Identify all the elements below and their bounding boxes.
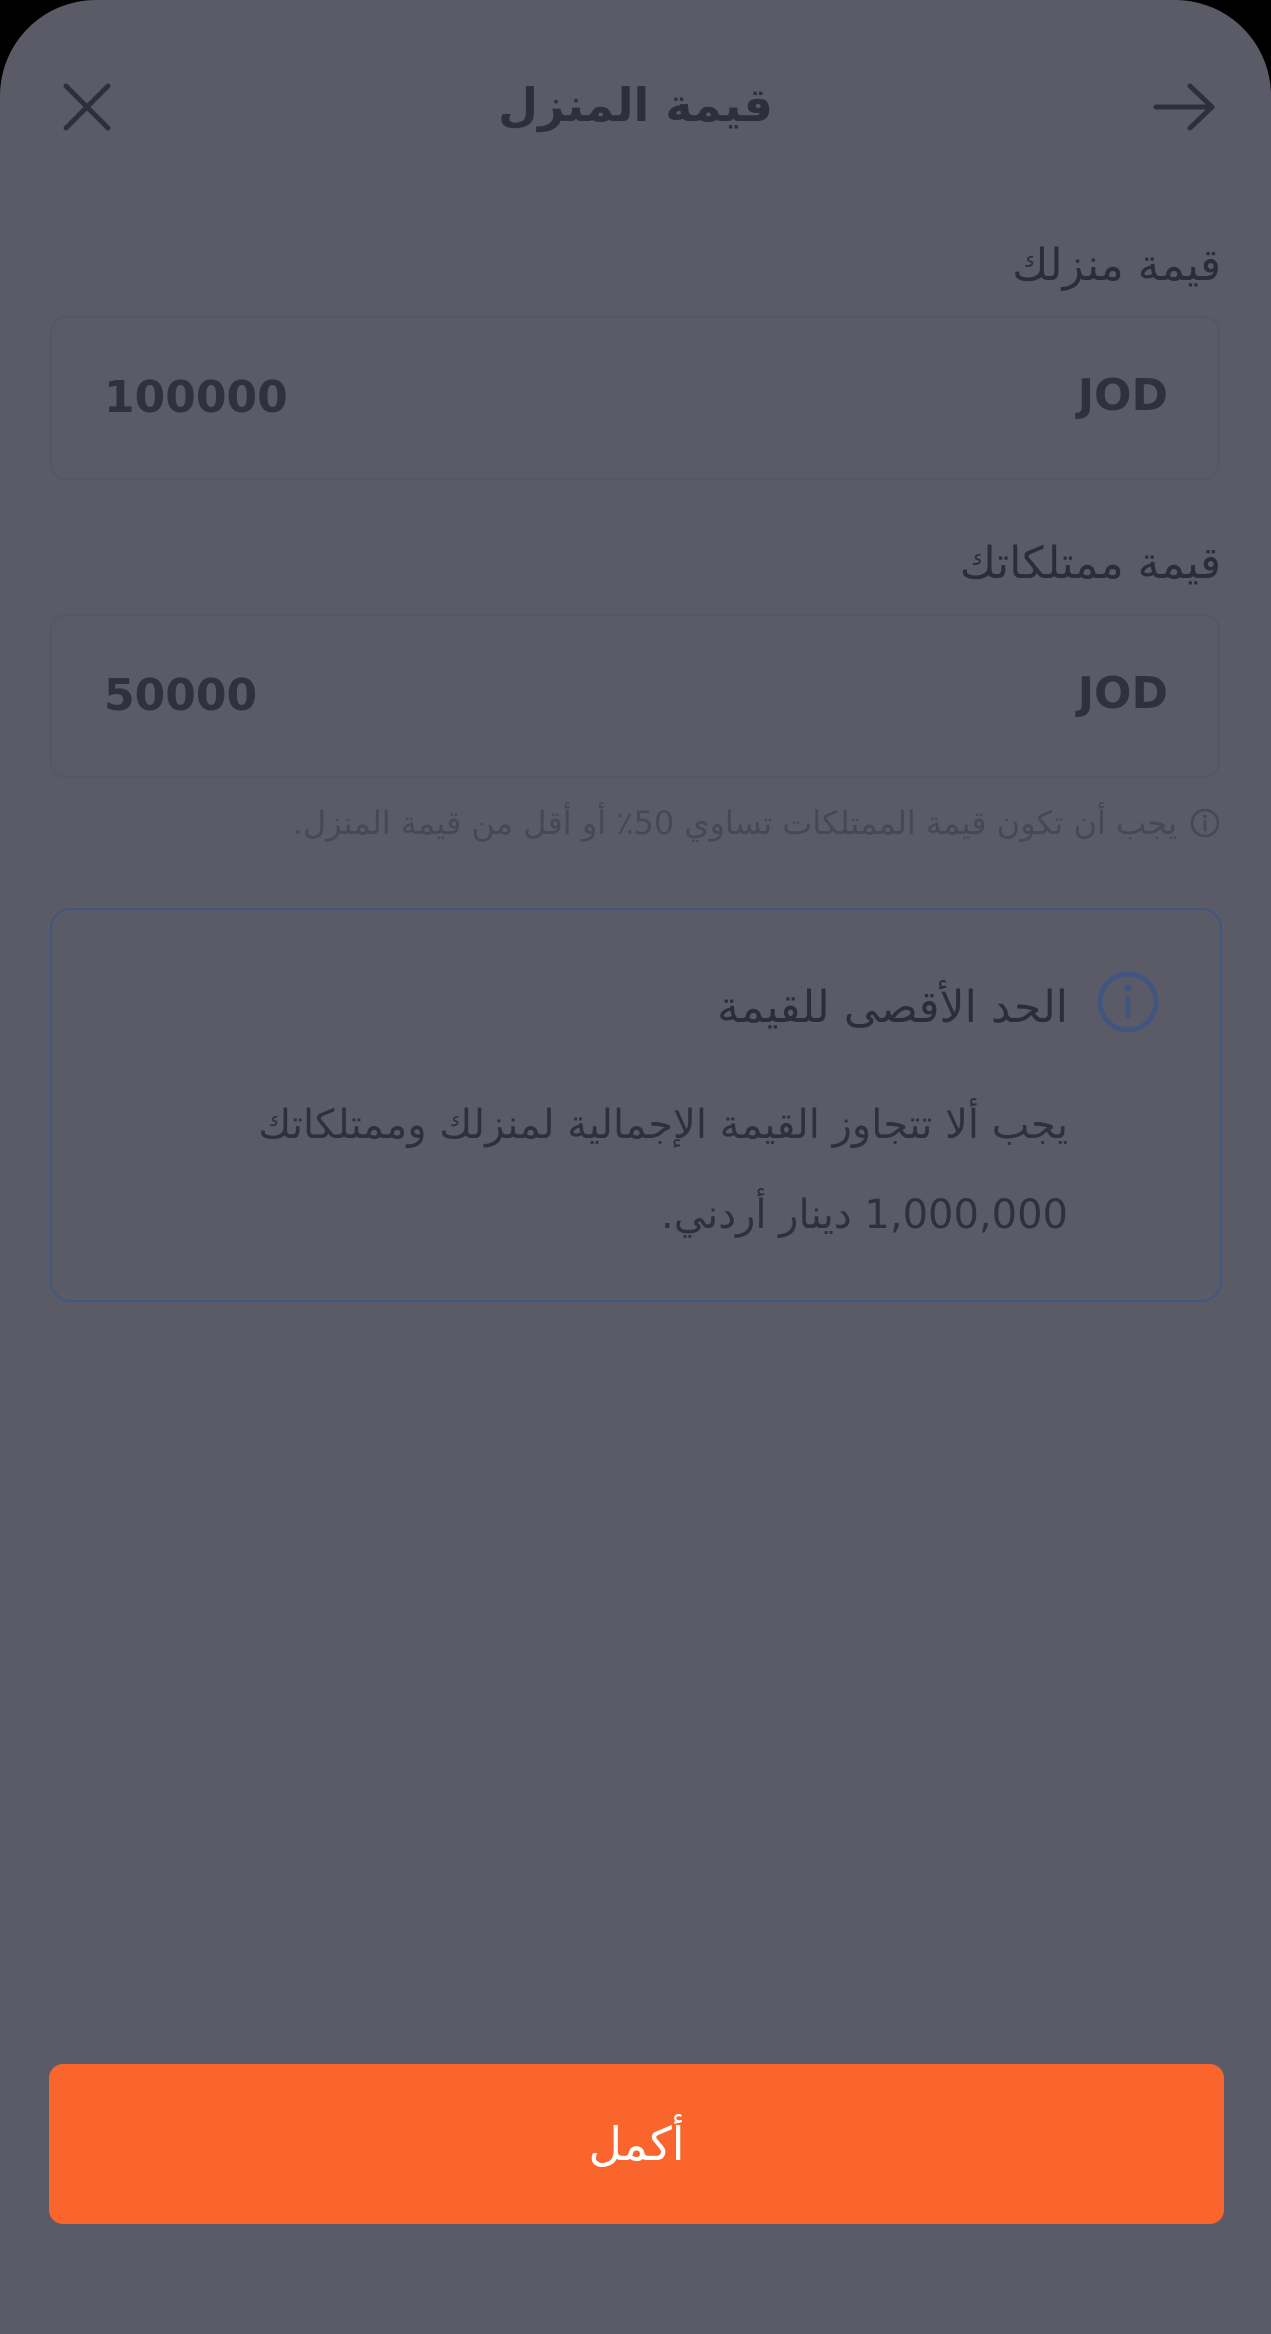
home-value-amount: 100000 (104, 372, 288, 423)
arrow-right-icon (1153, 83, 1215, 131)
info-card-title: الحد الأقصى للقيمة (717, 982, 1068, 1033)
page-title: قيمة المنزل (498, 78, 773, 132)
contents-hint: يجب أن تكون قيمة الممتلكات تساوي 50٪ أو … (293, 798, 1221, 848)
contents-value-currency: JOD (1077, 668, 1168, 719)
home-value-input[interactable]: 100000 JOD (50, 316, 1220, 480)
info-icon (1097, 971, 1159, 1033)
continue-button[interactable]: أكمل (49, 2064, 1224, 2224)
home-value-currency: JOD (1077, 370, 1168, 421)
info-card-body: يجب ألا تتجاوز القيمة الإجمالية لمنزلك و… (258, 1102, 1068, 1238)
back-button[interactable] (1140, 62, 1230, 152)
close-icon (63, 83, 111, 131)
contents-value-label: قيمة ممتلكاتك (959, 538, 1221, 589)
info-small-icon (1190, 808, 1220, 838)
contents-value-input[interactable]: 50000 JOD (50, 614, 1220, 778)
close-button[interactable] (42, 62, 132, 152)
contents-hint-text: يجب أن تكون قيمة الممتلكات تساوي 50٪ أو … (292, 804, 1177, 842)
contents-value-amount: 50000 (104, 670, 258, 721)
home-value-label: قيمة منزلك (1012, 240, 1221, 291)
max-value-info-card: الحد الأقصى للقيمة يجب ألا تتجاوز القيمة… (50, 908, 1222, 1302)
modal-sheet: قيمة المنزل قيمة منزلك 100000 JOD قيمة م… (0, 0, 1271, 2334)
